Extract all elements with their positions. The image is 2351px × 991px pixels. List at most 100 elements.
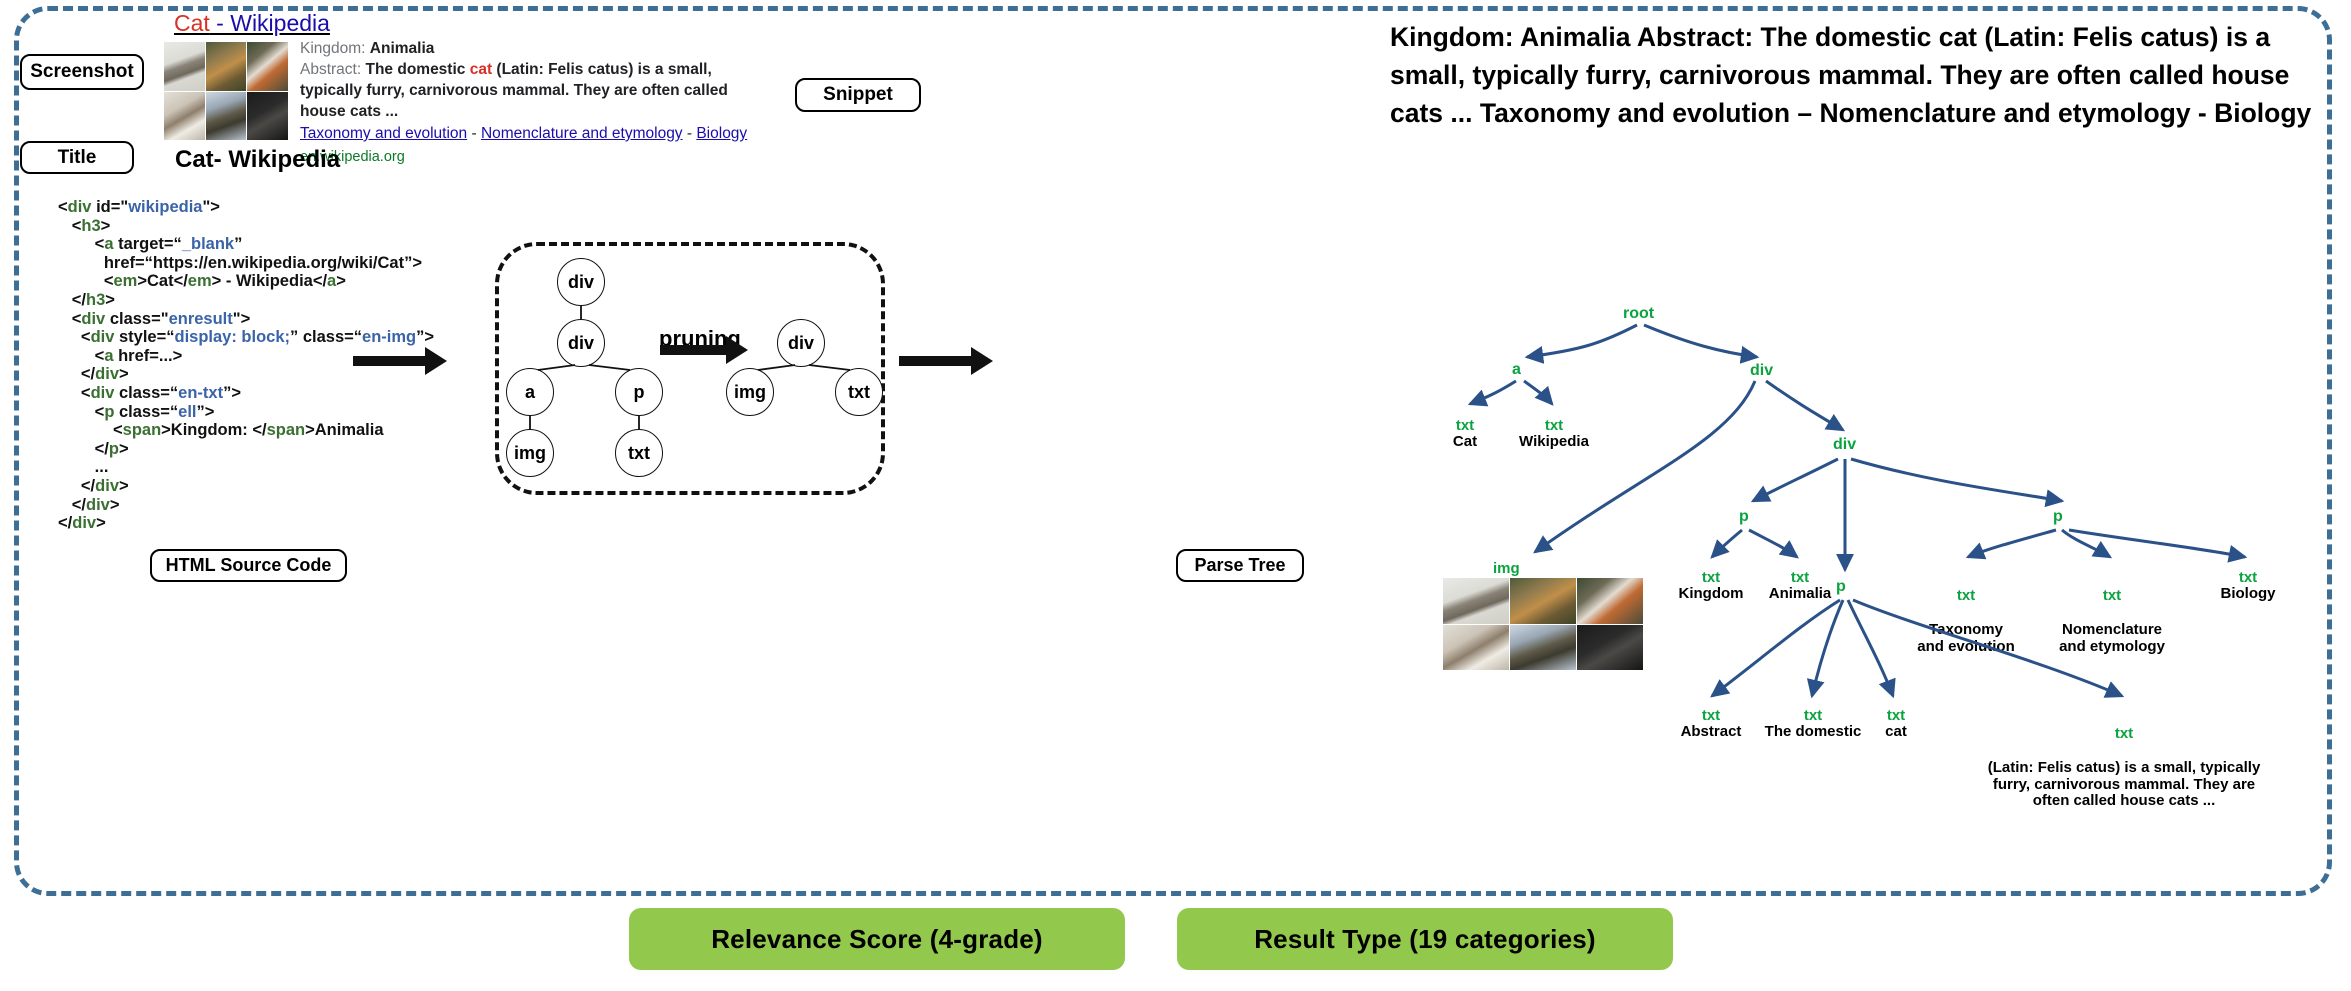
code-line: <p class=“ell”> [58, 403, 528, 422]
serp-kingdom-row: Kingdom: Animalia [300, 38, 760, 59]
code-token-pln: > [105, 290, 115, 309]
cat-thumbnail-2 [205, 42, 247, 91]
code-token-pln: < [58, 216, 82, 235]
tree-leaf-abstract-body: txt (Latin: Felis catus) is a small, typ… [1950, 708, 2298, 828]
code-token-tag: div [95, 476, 119, 495]
code-token-pln: class=“ [114, 402, 179, 421]
label-snippet: Snippet [795, 78, 921, 112]
code-token-pln: ”> [223, 383, 241, 402]
code-line: href=“https://en.wikipedia.org/wiki/Cat”… [58, 254, 528, 273]
tree-leaf-value: Nomenclature and etymology [2059, 621, 2165, 655]
tree-node-div-1: div [1750, 362, 1774, 379]
code-token-pln: > [336, 272, 346, 291]
tree-leaf-value: Biology [2220, 585, 2276, 602]
output-result-type: Result Type (19 categories) [1177, 908, 1673, 970]
code-token-val: _blank [181, 235, 235, 254]
code-token-pln: > - Wikipedia</ [211, 272, 328, 291]
tree-cat-thumbnail-1 [1443, 578, 1509, 624]
code-token-pln: </ [58, 495, 86, 514]
tree-leaf-kind: txt [1803, 707, 1823, 724]
tree-cat-thumbnail-5 [1510, 624, 1576, 670]
label-title: Title [20, 141, 134, 174]
code-line: <a target=“_blank” [58, 235, 528, 254]
cat-thumbnail-3 [247, 42, 288, 91]
tree-node-a: a [1512, 361, 1521, 378]
pruned-node-txt: txt [835, 368, 883, 416]
code-token-val: display: block; [174, 328, 291, 347]
tree-leaf-kind: txt [2114, 725, 2134, 742]
serp-result-title[interactable]: Cat - Wikipedia [174, 10, 330, 37]
serp-sublink-row: Taxonomy and evolution - Nomenclature an… [300, 123, 760, 144]
code-token-tag: div [85, 495, 110, 514]
code-line: </div> [58, 514, 528, 533]
tree-leaf-animalia: txt Animalia [1752, 570, 1848, 603]
serp-title-query: Cat [174, 10, 210, 36]
output-relevance-score: Relevance Score (4-grade) [629, 908, 1125, 970]
tree-image-thumbnail-grid [1443, 578, 1643, 670]
pruned-node-img: img [726, 368, 774, 416]
prune-node-txt: txt [615, 429, 663, 477]
tree-node-p-2: p [2053, 508, 2063, 525]
serp-title-rest: - Wikipedia [209, 10, 330, 36]
serp-sublink-nomenclature[interactable]: Nomenclature and etymology [481, 125, 683, 142]
tree-leaf-cat: txt Cat [1425, 418, 1505, 451]
code-token-pln: </ [58, 365, 96, 384]
serp-abstract-row: Abstract: The domestic cat (Latin: Felis… [300, 59, 760, 122]
code-line: ... [58, 458, 528, 477]
serp-thumbnail-grid [164, 42, 288, 140]
code-token-tag: a [104, 346, 114, 365]
serp-kingdom-label: Kingdom: [300, 40, 366, 57]
code-token-val: ell [178, 402, 197, 421]
serp-sublink-taxonomy[interactable]: Taxonomy and evolution [300, 125, 467, 142]
tree-leaf-kind: txt [1886, 707, 1906, 724]
code-token-pln: ” class=“ [290, 328, 363, 347]
tree-leaf-kind: txt [1544, 417, 1564, 434]
tree-leaf-kind: txt [1790, 569, 1810, 586]
tree-leaf-value: Wikipedia [1519, 433, 1589, 450]
code-token-tag: div [90, 328, 115, 347]
tree-leaf-kind: txt [2102, 587, 2122, 604]
code-line: </div> [58, 477, 528, 496]
code-token-pln: < [58, 421, 123, 440]
cat-thumbnail-1 [164, 42, 205, 91]
code-token-tag: div [72, 514, 97, 533]
code-line: </p> [58, 440, 528, 459]
serp-sublink-biology[interactable]: Biology [696, 125, 747, 142]
code-line: <div id="wikipedia"> [58, 198, 528, 217]
code-token-pln: "> [232, 309, 251, 328]
tree-leaf-value: Cat [1452, 433, 1478, 450]
code-token-pln: >Animalia [305, 421, 384, 440]
code-token-pln: href=...> [113, 346, 183, 365]
pruned-node-div: div [777, 319, 825, 367]
code-line: <em>Cat</em> - Wikipedia</a> [58, 272, 528, 291]
code-token-pln: >Kingdom: </ [161, 421, 267, 440]
code-line: <div class=“en-txt”> [58, 384, 528, 403]
tree-leaf-value: Kingdom [1678, 585, 1744, 602]
title-field-value: Cat- Wikipedia [175, 146, 341, 173]
code-token-pln: ” [234, 235, 243, 254]
code-token-pln: style=“ [114, 328, 175, 347]
code-line: <a href=...> [58, 347, 528, 366]
code-token-val: wikipedia [128, 198, 203, 216]
code-token-val: enresult [168, 309, 233, 328]
code-token-pln: </ [58, 439, 109, 458]
tree-cat-thumbnail-3 [1577, 578, 1643, 624]
tree-leaf-wikipedia: txt Wikipedia [1499, 418, 1609, 451]
code-token-pln: < [58, 272, 114, 291]
cat-thumbnail-5 [205, 91, 247, 140]
code-token-pln: > [119, 476, 129, 495]
tree-leaf-value: Abstract [1680, 723, 1742, 740]
serp-text-block: Kingdom: Animalia Abstract: The domestic… [300, 38, 760, 168]
code-token-pln: > [109, 495, 120, 514]
serp-display-url: en.wikipedia.org [300, 149, 405, 165]
code-token-pln: </ [58, 290, 86, 309]
code-token-tag: span [122, 421, 162, 440]
tree-leaf-kind: txt [1701, 569, 1721, 586]
tree-leaf-biology: txt Biology [2200, 570, 2296, 603]
prune-node-img: img [506, 429, 554, 477]
tree-leaf-cat-2: txt cat [1870, 708, 1922, 741]
tree-leaf-taxonomy: txt Taxonomy and evolution [1906, 570, 2026, 673]
tree-leaf-value: (Latin: Felis catus) is a small, typical… [1987, 759, 2261, 809]
tree-leaf-value: Taxonomy and evolution [1917, 621, 2015, 655]
code-token-tag: h3 [81, 216, 101, 235]
